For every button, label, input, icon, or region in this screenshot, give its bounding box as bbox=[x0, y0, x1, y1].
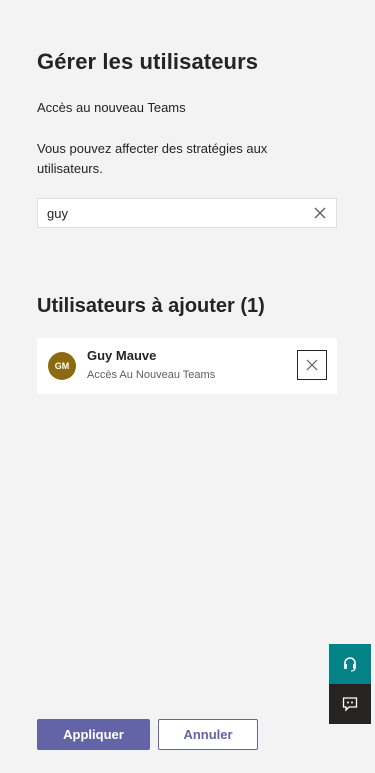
help-button[interactable] bbox=[329, 644, 371, 684]
avatar: GM bbox=[48, 352, 76, 380]
page-description: Vous pouvez affecter des stratégies aux … bbox=[37, 141, 268, 176]
search-input[interactable]: guy bbox=[37, 198, 337, 228]
user-name: Guy Mauve bbox=[87, 348, 157, 363]
apply-button[interactable]: Appliquer bbox=[37, 719, 150, 750]
user-policy: Accès Au Nouveau Teams bbox=[87, 369, 216, 381]
users-to-add-title: Utilisateurs à ajouter (1) bbox=[37, 295, 265, 317]
remove-user-button[interactable] bbox=[297, 350, 327, 380]
page-title: Gérer les utilisateurs bbox=[37, 49, 259, 74]
feedback-button[interactable] bbox=[329, 684, 371, 724]
close-icon bbox=[306, 359, 318, 371]
policy-name: Accès au nouveau Teams bbox=[37, 100, 186, 115]
search-input-value: guy bbox=[47, 206, 68, 221]
feedback-icon bbox=[342, 697, 358, 712]
user-card: GM Guy Mauve Accès Au Nouveau Teams bbox=[37, 338, 337, 394]
headset-icon bbox=[344, 657, 356, 672]
cancel-button[interactable]: Annuler bbox=[158, 719, 258, 750]
close-icon[interactable] bbox=[313, 206, 327, 220]
